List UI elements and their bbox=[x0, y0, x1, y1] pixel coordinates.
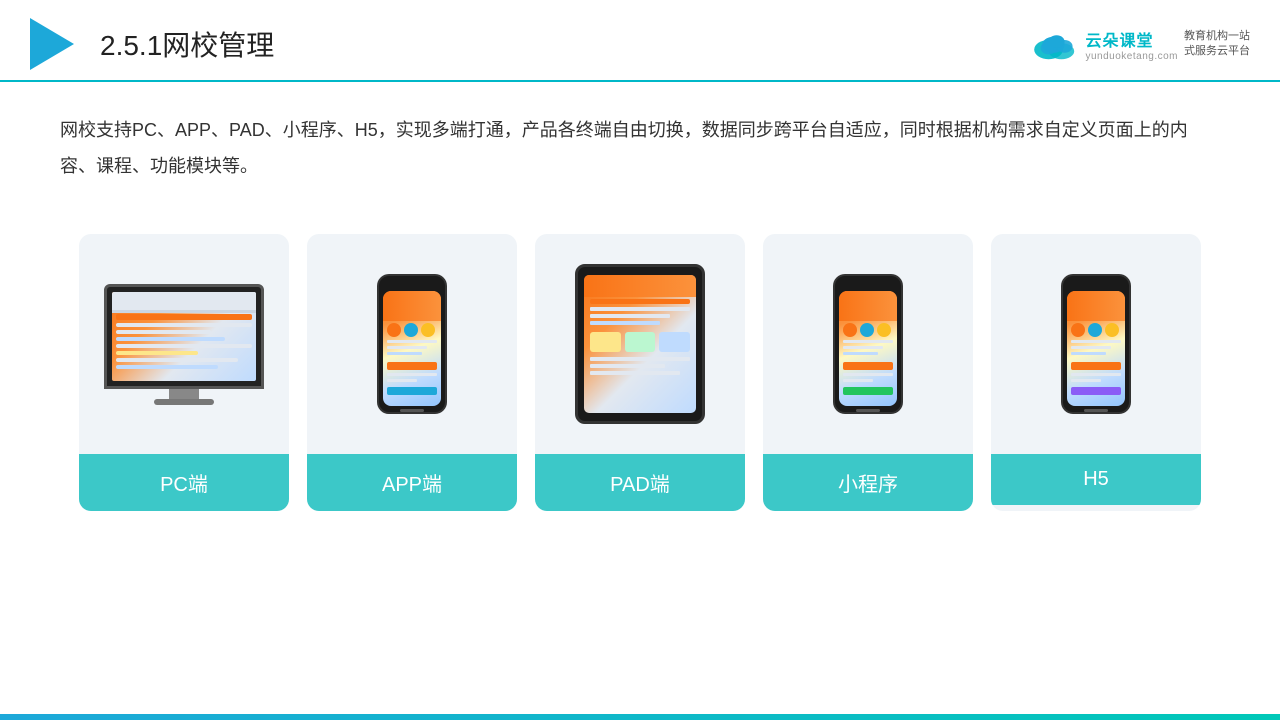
monitor-screen-inner bbox=[112, 292, 256, 381]
card-pad-label: PAD端 bbox=[535, 454, 745, 511]
app-device-area bbox=[307, 234, 517, 444]
card-h5-label: H5 bbox=[991, 454, 1201, 505]
monitor-stand bbox=[169, 389, 199, 399]
miniapp-phone-mockup bbox=[833, 274, 903, 414]
page-title: 2.5.1网校管理 bbox=[100, 24, 274, 64]
phone-home-indicator bbox=[400, 409, 424, 412]
h5-phone-screen bbox=[1067, 291, 1125, 406]
phone-screen bbox=[383, 291, 441, 406]
miniapp-phone-notch bbox=[856, 282, 880, 288]
miniapp-device-area bbox=[763, 234, 973, 444]
tablet-screen bbox=[584, 275, 696, 413]
card-app: APP端 bbox=[307, 234, 517, 511]
h5-phone-notch bbox=[1084, 282, 1108, 288]
app-phone-mockup bbox=[377, 274, 447, 414]
h5-phone-mockup bbox=[1061, 274, 1131, 414]
cloud-icon bbox=[1031, 28, 1079, 60]
brand-logo-icon: 云朵课堂 yunduoketang.com 教育机构一站 式服务云平台 bbox=[1031, 27, 1250, 62]
brand-name-cn: 云朵课堂 bbox=[1085, 27, 1178, 51]
card-miniapp-label: 小程序 bbox=[763, 454, 973, 511]
miniapp-phone-screen bbox=[839, 291, 897, 406]
device-cards-container: PC端 bbox=[0, 214, 1280, 541]
monitor-base bbox=[154, 399, 214, 405]
pc-monitor bbox=[104, 284, 264, 405]
header-left: 2.5.1网校管理 bbox=[30, 18, 274, 70]
miniapp-phone-home-indicator bbox=[856, 409, 880, 412]
card-app-label: APP端 bbox=[307, 454, 517, 511]
tablet-mockup bbox=[575, 264, 705, 424]
bottom-accent-bar bbox=[0, 714, 1280, 720]
brand-name-en: yunduoketang.com bbox=[1085, 51, 1178, 62]
card-pad: PAD端 bbox=[535, 234, 745, 511]
brand-logo: 云朵课堂 yunduoketang.com 教育机构一站 式服务云平台 bbox=[1031, 27, 1250, 62]
card-h5: H5 bbox=[991, 234, 1201, 511]
pc-device-area bbox=[79, 234, 289, 444]
phone-notch bbox=[400, 282, 424, 288]
section-number: 2.5.1 bbox=[100, 30, 162, 61]
h5-device-area bbox=[991, 234, 1201, 444]
description-text: 网校支持PC、APP、PAD、小程序、H5，实现多端打通，产品各终端自由切换，数… bbox=[0, 82, 1280, 204]
h5-phone-home-indicator bbox=[1084, 409, 1108, 412]
card-pc: PC端 bbox=[79, 234, 289, 511]
card-miniapp: 小程序 bbox=[763, 234, 973, 511]
brand-tagline: 教育机构一站 式服务云平台 bbox=[1184, 29, 1250, 60]
card-pc-label: PC端 bbox=[79, 454, 289, 511]
logo-triangle-icon bbox=[30, 18, 74, 70]
page-header: 2.5.1网校管理 云朵课堂 yunduoketang.com 教育机构一站 式… bbox=[0, 0, 1280, 82]
pad-device-area bbox=[535, 234, 745, 444]
monitor-screen-outer bbox=[104, 284, 264, 389]
title-text: 网校管理 bbox=[162, 30, 274, 61]
